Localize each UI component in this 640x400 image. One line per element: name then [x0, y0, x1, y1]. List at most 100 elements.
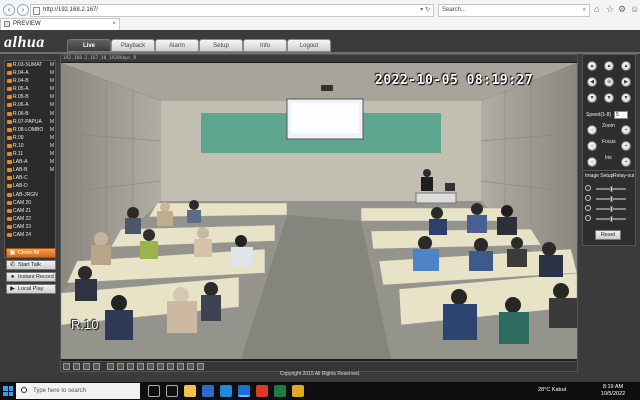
camera-stream-flag[interactable]: M — [50, 77, 54, 85]
ptz-left-button[interactable]: ◀ — [587, 77, 597, 87]
camera-stream-flag[interactable]: M — [50, 85, 54, 93]
search-icon[interactable]: ⌕ — [583, 5, 586, 16]
video-window[interactable]: 192.168.2.167_10_1920kbps_R 2022-10-05 0… — [60, 54, 578, 372]
home-icon[interactable]: ⌂ — [594, 3, 599, 15]
camera-stream-flag[interactable]: M — [50, 150, 54, 158]
local-play-button[interactable]: ▶ Local Play — [6, 284, 56, 294]
camera-list-item[interactable]: R.08-LOMBO M — [5, 126, 55, 134]
camera-list-item[interactable]: CAM 23 — [5, 223, 55, 231]
ptz-down-button[interactable]: ▼ — [604, 93, 614, 103]
excel-icon[interactable] — [274, 385, 286, 397]
camera-stream-flag[interactable]: M — [50, 61, 54, 69]
camera-list-item[interactable]: CAM 22 — [5, 215, 55, 223]
camera-list-item[interactable]: R.09 M — [5, 134, 55, 142]
focus-near-button[interactable]: − — [587, 141, 597, 151]
camera-stream-flag[interactable]: M — [50, 134, 54, 142]
camera-stream-flag[interactable]: M — [50, 93, 54, 101]
start-talk-button[interactable]: ✆ Start Talk — [6, 260, 56, 270]
internet-explorer-icon[interactable] — [238, 385, 250, 397]
camera-list-item[interactable]: R.07-PAPUA M — [5, 118, 55, 126]
camera-list-item[interactable]: LAB-JRGN — [5, 191, 55, 199]
camera-stream-flag[interactable]: M — [50, 69, 54, 77]
camera-list-item[interactable]: R.04-A M — [5, 69, 55, 77]
zoom-in-button[interactable]: + — [621, 125, 631, 135]
camera-list-item[interactable]: R.05-B M — [5, 93, 55, 101]
taskbar-clock[interactable]: 8:19 AM 10/5/2022 — [596, 384, 630, 398]
camera-list-item[interactable]: R.05-A M — [5, 85, 55, 93]
ptz-down-left-button[interactable]: ▼ — [587, 93, 597, 103]
camera-stream-flag[interactable]: M — [50, 101, 54, 109]
mail-icon[interactable] — [202, 385, 214, 397]
favorites-icon[interactable]: ☆ — [606, 3, 614, 15]
tab-image-setup[interactable]: Image Setup — [585, 173, 613, 179]
brightness-slider[interactable] — [585, 185, 635, 193]
camera-stream-flag[interactable]: M — [50, 110, 54, 118]
iris-close-button[interactable]: − — [587, 157, 597, 167]
windows-start-icon[interactable] — [3, 386, 13, 396]
tab-info[interactable]: Info — [243, 39, 287, 52]
camera-list-item[interactable]: CAM 24 — [5, 231, 55, 239]
chrome-icon[interactable] — [256, 385, 268, 397]
contrast-slider[interactable] — [585, 195, 635, 203]
tab-relay-out[interactable]: Relay-out — [613, 173, 634, 179]
camera-stream-flag[interactable]: M — [50, 126, 54, 134]
back-button[interactable]: ‹ — [3, 4, 15, 16]
tab-logout[interactable]: Logout — [287, 39, 331, 52]
tab-alarm[interactable]: Alarm — [155, 39, 199, 52]
camera-list-item[interactable]: R.06-B M — [5, 110, 55, 118]
close-all-button[interactable]: ▣ Close All — [6, 248, 56, 258]
focus-far-button[interactable]: + — [621, 141, 631, 151]
forward-button[interactable]: › — [17, 4, 29, 16]
tab-live[interactable]: Live — [67, 39, 111, 52]
hue-knob[interactable] — [609, 216, 613, 222]
reset-button[interactable]: Reset — [595, 230, 621, 240]
close-icon[interactable]: × — [112, 19, 116, 30]
brightness-track[interactable] — [596, 186, 626, 192]
zoom-out-button[interactable]: − — [587, 125, 597, 135]
store-icon[interactable] — [220, 385, 232, 397]
saturation-slider[interactable] — [585, 205, 635, 213]
ptz-right-button[interactable]: ▶ — [621, 77, 631, 87]
ptz-center-button[interactable]: ⊕ — [604, 77, 614, 87]
smiley-icon[interactable]: ☺ — [630, 3, 639, 15]
saturation-knob[interactable] — [609, 206, 613, 212]
instant-record-button[interactable]: ● Instant Record — [6, 272, 56, 282]
camera-list-item[interactable]: R.06-A M — [5, 101, 55, 109]
ptz-up-button[interactable]: ▲ — [604, 61, 614, 71]
camera-list-item[interactable]: LAB-B M — [5, 166, 55, 174]
camera-list-item[interactable]: CAM 21 — [5, 207, 55, 215]
address-bar[interactable]: http://192.168.2.167/ ▾ ↻ — [30, 4, 434, 17]
ptz-up-left-button[interactable]: ▲ — [587, 61, 597, 71]
refresh-icon[interactable]: ▾ ↻ — [420, 5, 430, 16]
gear-icon[interactable]: ⚙ — [618, 3, 626, 15]
camera-list[interactable]: R.03-SUMAT M R.04-A M R.04-B M R.05-A M R.05-B M R… — [4, 60, 56, 258]
camera-list-item[interactable]: R.04-B M — [5, 77, 55, 85]
camera-list-item[interactable]: LAB-D — [5, 182, 55, 190]
camera-feed-image[interactable]: 2022-10-05 08:19:27 R.10 — [61, 63, 577, 359]
camera-stream-flag[interactable]: M — [50, 166, 54, 174]
camera-list-item[interactable]: R.03-SUMAT M — [5, 61, 55, 69]
hue-slider[interactable] — [585, 215, 635, 223]
camera-list-item[interactable]: CAM 20 — [5, 199, 55, 207]
file-explorer-icon[interactable] — [184, 385, 196, 397]
tab-playback[interactable]: Playback — [111, 39, 155, 52]
contrast-track[interactable] — [596, 196, 626, 202]
camera-list-item[interactable]: LAB-C — [5, 174, 55, 182]
hue-track[interactable] — [596, 216, 626, 222]
camera-stream-flag[interactable]: M — [50, 118, 54, 126]
brightness-knob[interactable] — [609, 186, 613, 192]
speed-select[interactable]: 5 — [614, 111, 628, 119]
camera-stream-flag[interactable]: M — [50, 158, 54, 166]
task-view-icon[interactable] — [166, 385, 178, 397]
taskbar-search-input[interactable]: Type here to search — [16, 383, 140, 399]
cortana-icon[interactable] — [148, 385, 160, 397]
contrast-knob[interactable] — [609, 196, 613, 202]
camera-list-item[interactable]: LAB-A M — [5, 158, 55, 166]
ptz-up-right-button[interactable]: ▲ — [621, 61, 631, 71]
saturation-track[interactable] — [596, 206, 626, 212]
ptz-down-right-button[interactable]: ▼ — [621, 93, 631, 103]
app-icon[interactable] — [292, 385, 304, 397]
tab-setup[interactable]: Setup — [199, 39, 243, 52]
camera-list-item[interactable]: R.11 M — [5, 150, 55, 158]
iris-open-button[interactable]: + — [621, 157, 631, 167]
